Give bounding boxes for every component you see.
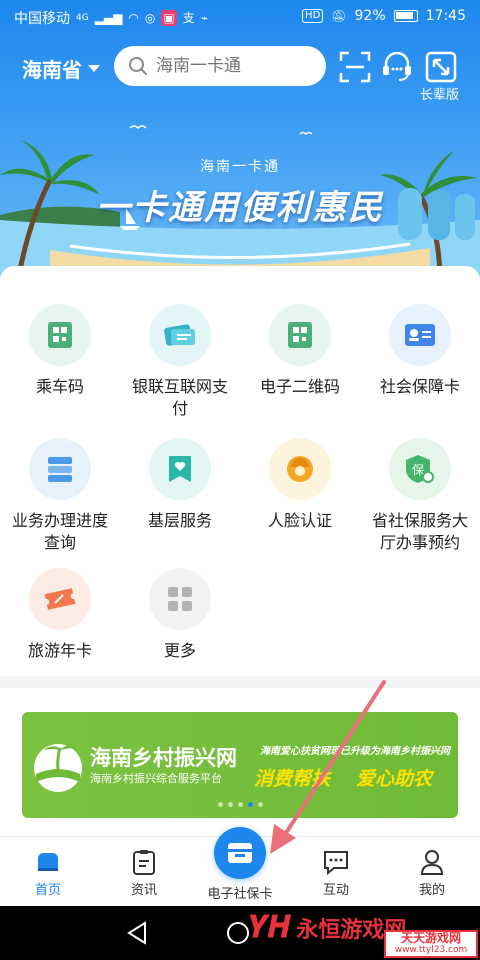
service-item[interactable]: 业务办理进度查询 [0, 438, 120, 554]
battery-icon [393, 10, 418, 22]
service-label: 基层服务 [147, 511, 212, 530]
banner-subtitle: 海南一卡通 [200, 159, 280, 175]
tab-label[interactable]: 电子社保卡 [192, 883, 288, 902]
user-icon [384, 845, 480, 879]
tab-mine[interactable]: 我的 [384, 845, 480, 898]
network-label: 4G [76, 13, 89, 23]
carousel-dot[interactable] [217, 802, 223, 807]
progress-icon [29, 438, 91, 500]
alipay-icon: 支 [182, 11, 195, 25]
service-item[interactable]: 银联互联网支付 [120, 304, 240, 420]
watermark-logo-icon: 𝒀𝑯 [250, 910, 291, 945]
app-header: 海南省 [0, 40, 480, 96]
search-input[interactable] [156, 56, 306, 76]
service-item[interactable]: 基层服务 [120, 438, 240, 532]
service-label: 省社保服务大厅办事预约 [371, 511, 468, 552]
chevron-down-icon [88, 65, 100, 72]
status-bar: 中国移动 4G ▂▄▆ ◠ ◎ ▣ 支 ⌁ HD 🔕︎ 92% 17:45 [0, 0, 480, 34]
service-label: 银联互联网支付 [131, 377, 228, 418]
svg-text:保: 保 [412, 463, 424, 477]
watermark-site-url: www.ttyl23.com [394, 945, 468, 955]
search-icon [129, 57, 147, 75]
service-item[interactable]: 社会保障卡 [360, 304, 480, 398]
carousel-dot[interactable] [227, 802, 233, 807]
carousel-dot-active[interactable] [247, 802, 253, 807]
wechat-icon: ◎ [144, 11, 156, 25]
service-item[interactable]: 乘车码 [0, 304, 120, 398]
heart-flag-icon [149, 438, 211, 500]
promo-slogan-consume: 消费帮扶 [254, 768, 331, 790]
promo-slogan-love: 爱心助农 [356, 768, 433, 790]
carousel-dot[interactable] [237, 802, 243, 807]
carousel-dot[interactable] [257, 802, 263, 807]
usb-icon: ⌁ [200, 11, 208, 25]
qr-code-icon [29, 304, 91, 366]
app-notification-icon: ▣ [161, 10, 177, 26]
tab-label: 资讯 [130, 883, 157, 898]
watermark-badge: 天天游戏网 www.ttyl23.com [384, 930, 478, 958]
search-box[interactable] [114, 46, 326, 86]
tab-label: 我的 [418, 883, 445, 898]
tab-home[interactable]: 首页 [0, 845, 96, 898]
signal-icon: ▂▄▆ [94, 11, 123, 25]
battery-percent: 92% [354, 8, 386, 24]
watermark: 𝒀𝑯 永恒游戏网 [250, 910, 406, 945]
tab-interaction[interactable]: 互动 [288, 845, 384, 898]
hd-icon: HD [302, 9, 324, 23]
ticket-icon [29, 568, 91, 630]
rural-logo-icon [34, 744, 82, 792]
service-item[interactable]: 保 省社保服务大厅办事预约 [360, 438, 480, 554]
service-item[interactable]: 旅游年卡 [0, 568, 120, 662]
promo-site-name: 海南乡村振兴网 [90, 746, 237, 770]
home-nav-icon[interactable] [226, 921, 250, 945]
face-icon [269, 438, 331, 500]
service-label: 更多 [163, 641, 196, 660]
carrier-label: 中国移动 [14, 11, 70, 27]
service-label: 乘车码 [35, 377, 84, 396]
service-label: 人脸认证 [267, 511, 332, 530]
service-item[interactable]: 电子二维码 [240, 304, 360, 398]
elder-mode-icon[interactable] [424, 50, 458, 84]
mute-icon: 🔕︎ [331, 9, 347, 23]
promo-site-subname: 海南乡村振兴综合服务平台 [90, 772, 222, 785]
service-item[interactable]: 更多 [120, 568, 240, 662]
wallet-icon [228, 843, 252, 863]
promo-banner[interactable]: 海南乡村振兴网 海南乡村振兴综合服务平台 海南爱心扶贫网现已升级为海南乡村振兴网… [22, 712, 458, 818]
tab-label: 首页 [34, 883, 61, 898]
id-card-icon [389, 304, 451, 366]
qr-code-icon [269, 304, 331, 366]
promo-upgrade-note: 海南爱心扶贫网现已升级为海南乡村振兴网 [260, 746, 450, 757]
watermark-site-name: 天天游戏网 [400, 931, 461, 945]
back-icon[interactable] [126, 921, 148, 945]
region-selector[interactable]: 海南省 [22, 54, 100, 83]
tab-label: 互动 [322, 883, 349, 898]
elder-mode-label[interactable]: 长辈版 [420, 84, 459, 103]
carousel-indicator [22, 802, 458, 807]
service-label: 业务办理进度查询 [11, 511, 108, 552]
service-item[interactable]: 人脸认证 [240, 438, 360, 532]
banner-title: 一卡通用便利惠民 [96, 188, 384, 228]
customer-service-icon[interactable] [380, 50, 414, 84]
scan-icon[interactable] [338, 50, 372, 84]
service-label: 旅游年卡 [27, 641, 92, 660]
chat-icon [288, 845, 384, 879]
region-label: 海南省 [22, 58, 82, 82]
clock: 17:45 [425, 8, 466, 24]
unionpay-card-icon [149, 304, 211, 366]
service-label: 电子二维码 [259, 377, 340, 396]
news-icon [96, 845, 192, 879]
more-grid-icon [149, 568, 211, 630]
insurance-search-icon: 保 [389, 438, 451, 500]
tab-news[interactable]: 资讯 [96, 845, 192, 898]
service-label: 社会保障卡 [379, 377, 460, 396]
ecard-center-button[interactable] [214, 827, 266, 879]
section-divider [0, 676, 480, 688]
bottom-tab-bar: 首页 资讯 电子社保卡 互动 我的 [0, 827, 480, 906]
home-icon [0, 845, 96, 879]
wifi-icon: ◠ [128, 11, 139, 25]
top-header-area: 中国移动 4G ▂▄▆ ◠ ◎ ▣ 支 ⌁ HD 🔕︎ 92% 17:45 海南… [0, 0, 480, 278]
